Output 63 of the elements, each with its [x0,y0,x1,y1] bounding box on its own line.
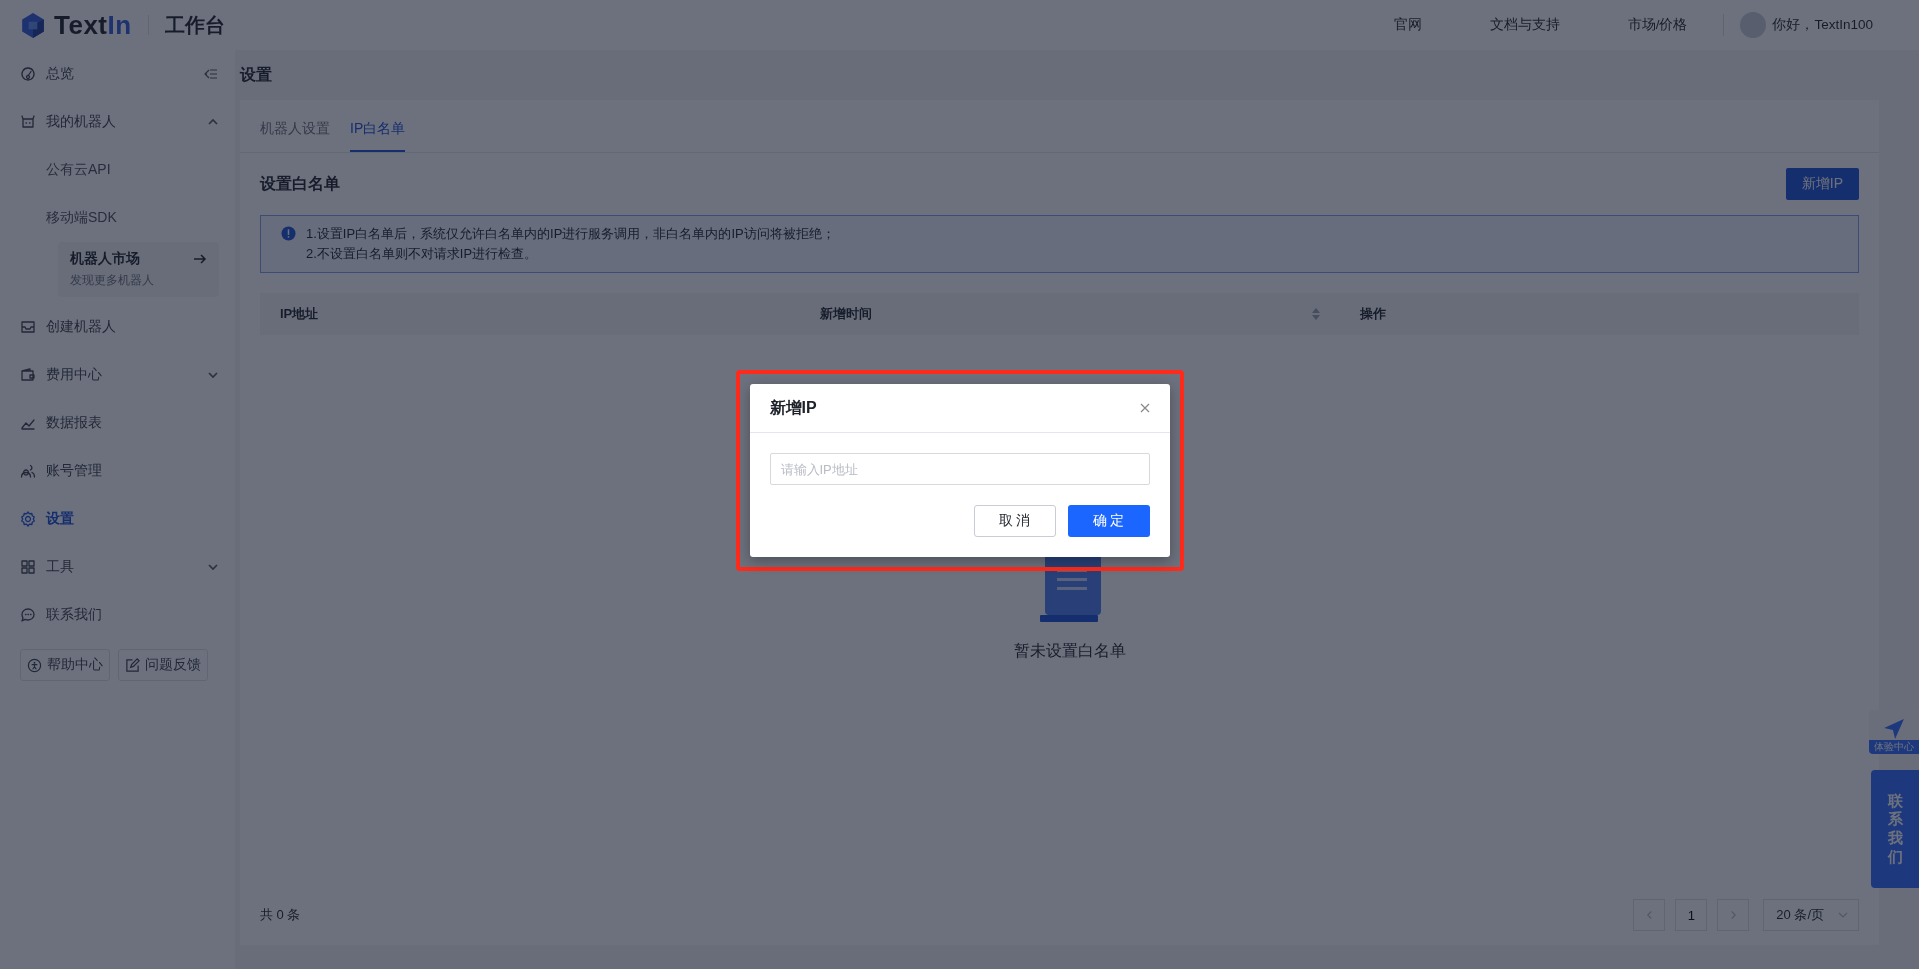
cube-logo-icon [20,11,46,39]
chevron-down-icon [207,561,219,573]
sort-icon[interactable] [1312,308,1320,320]
tab[interactable]: IP白名单 [350,120,406,152]
product-name: 工作台 [164,12,225,38]
dialog-title: 新增IP [769,397,817,418]
chevron-down-icon [1838,912,1848,918]
column-header: 新增时间 [820,305,872,323]
ip-address-input[interactable]: 请输入IP地址 [769,453,1150,485]
user-greeting[interactable]: 你好，TextIn100 [1772,16,1873,34]
column-header: IP地址 [280,305,319,323]
confirm-button[interactable]: 确 定 [1067,505,1150,537]
top-nav-link[interactable]: 市场/价格 [1627,16,1688,34]
page-title: 设置 [240,64,273,85]
previous-page-button[interactable] [1633,899,1666,931]
sidebar-item[interactable]: 设置 [20,495,235,543]
total-count: 共 0 条 [260,906,301,924]
arrow-right-icon [193,253,207,265]
feedback-button[interactable]: 问题反馈 [118,649,208,681]
add-ip-button[interactable]: 新增IP [1785,168,1859,200]
notice-text: 2.不设置白名单则不对请求IP进行检查。 [306,245,539,263]
help-center-button[interactable]: 帮助中心 [20,649,110,681]
experience-center-button[interactable]: 体验中心 [1869,710,1919,754]
sidebar-item[interactable]: 我的机器人 [20,98,235,146]
top-nav-link[interactable]: 官网 [1393,16,1422,34]
contact-us-button[interactable]: 联系我们 [1871,770,1919,888]
sidebar-item[interactable]: 账号管理 [20,447,235,495]
wallet-icon [20,367,36,383]
sidebar-subitem[interactable]: 公有云API [20,146,235,194]
sidebar-item[interactable]: 创建机器人 [20,303,235,351]
column-header: 操作 [1360,305,1386,323]
market-card-title: 机器人市场 [70,250,140,268]
chat-bubble-icon [20,607,36,623]
next-page-button[interactable] [1717,899,1750,931]
sidebar-item[interactable]: 数据报表 [20,399,235,447]
sidebar-item[interactable]: 工具 [20,543,235,591]
cancel-button[interactable]: 取 消 [973,505,1056,537]
collapse-sidebar-icon[interactable] [203,66,219,82]
sidebar-item[interactable]: 总览 [20,50,235,98]
edit-icon [125,657,140,673]
gear-icon [20,511,36,527]
send-icon [1883,718,1905,740]
info-icon [281,226,296,241]
chevron-left-icon [1645,910,1653,920]
grid-icon [20,559,36,575]
accessibility-icon [27,657,42,673]
tray-icon [20,319,36,335]
page-size-select[interactable]: 20 条/页 [1763,899,1859,931]
chevron-down-icon [207,369,219,381]
empty-state-text: 暂未设置白名单 [1013,641,1126,661]
users-icon [20,463,36,479]
notice-text: 1.设置IP白名单后，系统仅允许白名单内的IP进行服务调用，非白名单内的IP访问将被拒绝； [306,225,835,243]
top-nav-link[interactable]: 文档与支持 [1489,16,1560,34]
robot-icon [20,114,36,130]
sidebar-subitem[interactable]: 移动端SDK [20,194,235,242]
dashboard-icon [20,66,36,82]
page-number-button[interactable]: 1 [1675,899,1708,931]
chevron-right-icon [1729,910,1737,920]
sidebar-item[interactable]: 费用中心 [20,351,235,399]
close-icon[interactable] [1139,403,1150,413]
brand-name[interactable]: TextIn [54,9,132,41]
section-title: 设置白名单 [260,173,340,194]
sidebar-item[interactable]: 联系我们 [20,591,235,639]
